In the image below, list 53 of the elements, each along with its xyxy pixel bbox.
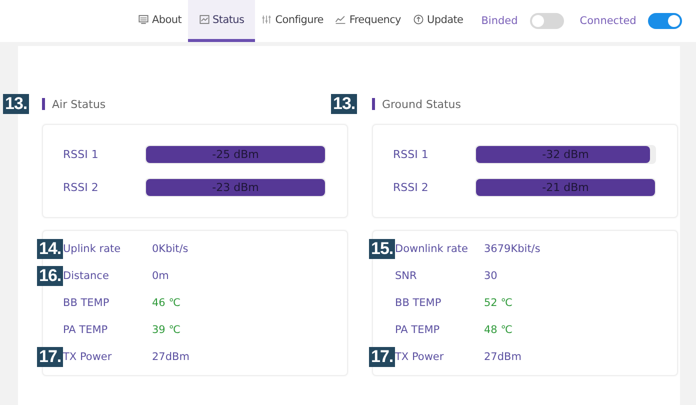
callout-badge: 13.: [331, 94, 358, 114]
callout-badge: 14.: [37, 238, 64, 259]
callout-badge: 17.: [369, 347, 396, 368]
rssi-reading: -32 dBm: [541, 147, 590, 163]
callout-badge: 16.: [37, 266, 64, 286]
toggle-switch[interactable]: [648, 13, 682, 29]
info-value: 0m: [152, 270, 169, 282]
info-label: TX Power: [63, 351, 113, 364]
monitor-icon: [138, 14, 149, 25]
rssi-reading: -23 dBm: [211, 180, 260, 196]
info-value: 30: [484, 270, 498, 282]
upload-icon: [412, 14, 424, 25]
callout-badge: 17.: [37, 347, 64, 368]
toggle-switch[interactable]: [530, 13, 564, 29]
rssi-label: RSSI 2: [63, 181, 100, 194]
info-value: 39 ℃: [152, 324, 180, 336]
rssi-reading: -25 dBm: [211, 147, 260, 163]
info-value: 52 ℃: [484, 296, 512, 309]
info-value: 27dBm: [152, 351, 190, 364]
nav-tab[interactable]: Status: [188, 0, 256, 42]
callout-badge: 15.: [369, 238, 396, 259]
nav-tab[interactable]: About: [132, 0, 188, 42]
line-chart-icon: [335, 14, 346, 25]
title-marker: [42, 98, 45, 110]
rssi-reading: -21 dBm: [541, 180, 590, 196]
info-label: TX Power: [395, 351, 445, 364]
section-title: Ground Status: [382, 98, 462, 110]
info-value: 0Kbit/s: [152, 242, 188, 255]
title-marker: [372, 98, 375, 110]
rssi-label: RSSI 1: [393, 148, 430, 161]
toggle-label: Binded: [481, 15, 518, 27]
callout-badge: 13.: [3, 94, 30, 114]
info-label: Uplink rate: [63, 242, 122, 255]
sliders-icon: [261, 14, 272, 25]
nav-tab[interactable]: Frequency: [329, 0, 407, 42]
section-title: Air Status: [52, 98, 106, 110]
toggle-label: Connected: [580, 15, 636, 27]
info-label: SNR: [395, 270, 418, 282]
rssi-label: RSSI 1: [63, 148, 100, 161]
info-label: Distance: [63, 270, 110, 282]
info-label: Downlink rate: [395, 242, 469, 255]
info-value: 3679Kbit/s: [484, 242, 540, 255]
info-value: 48 ℃: [484, 324, 512, 336]
info-value: 27dBm: [484, 351, 522, 364]
info-label: BB TEMP: [395, 296, 442, 309]
info-label: BB TEMP: [63, 296, 110, 309]
rssi-label: RSSI 2: [393, 181, 430, 194]
nav-tab[interactable]: Configure: [255, 0, 330, 42]
info-label: PA TEMP: [63, 324, 109, 336]
nav-tab[interactable]: Update: [406, 0, 470, 42]
info-value: 46 ℃: [152, 296, 180, 309]
info-label: PA TEMP: [395, 324, 441, 336]
chart-icon: [198, 14, 210, 25]
